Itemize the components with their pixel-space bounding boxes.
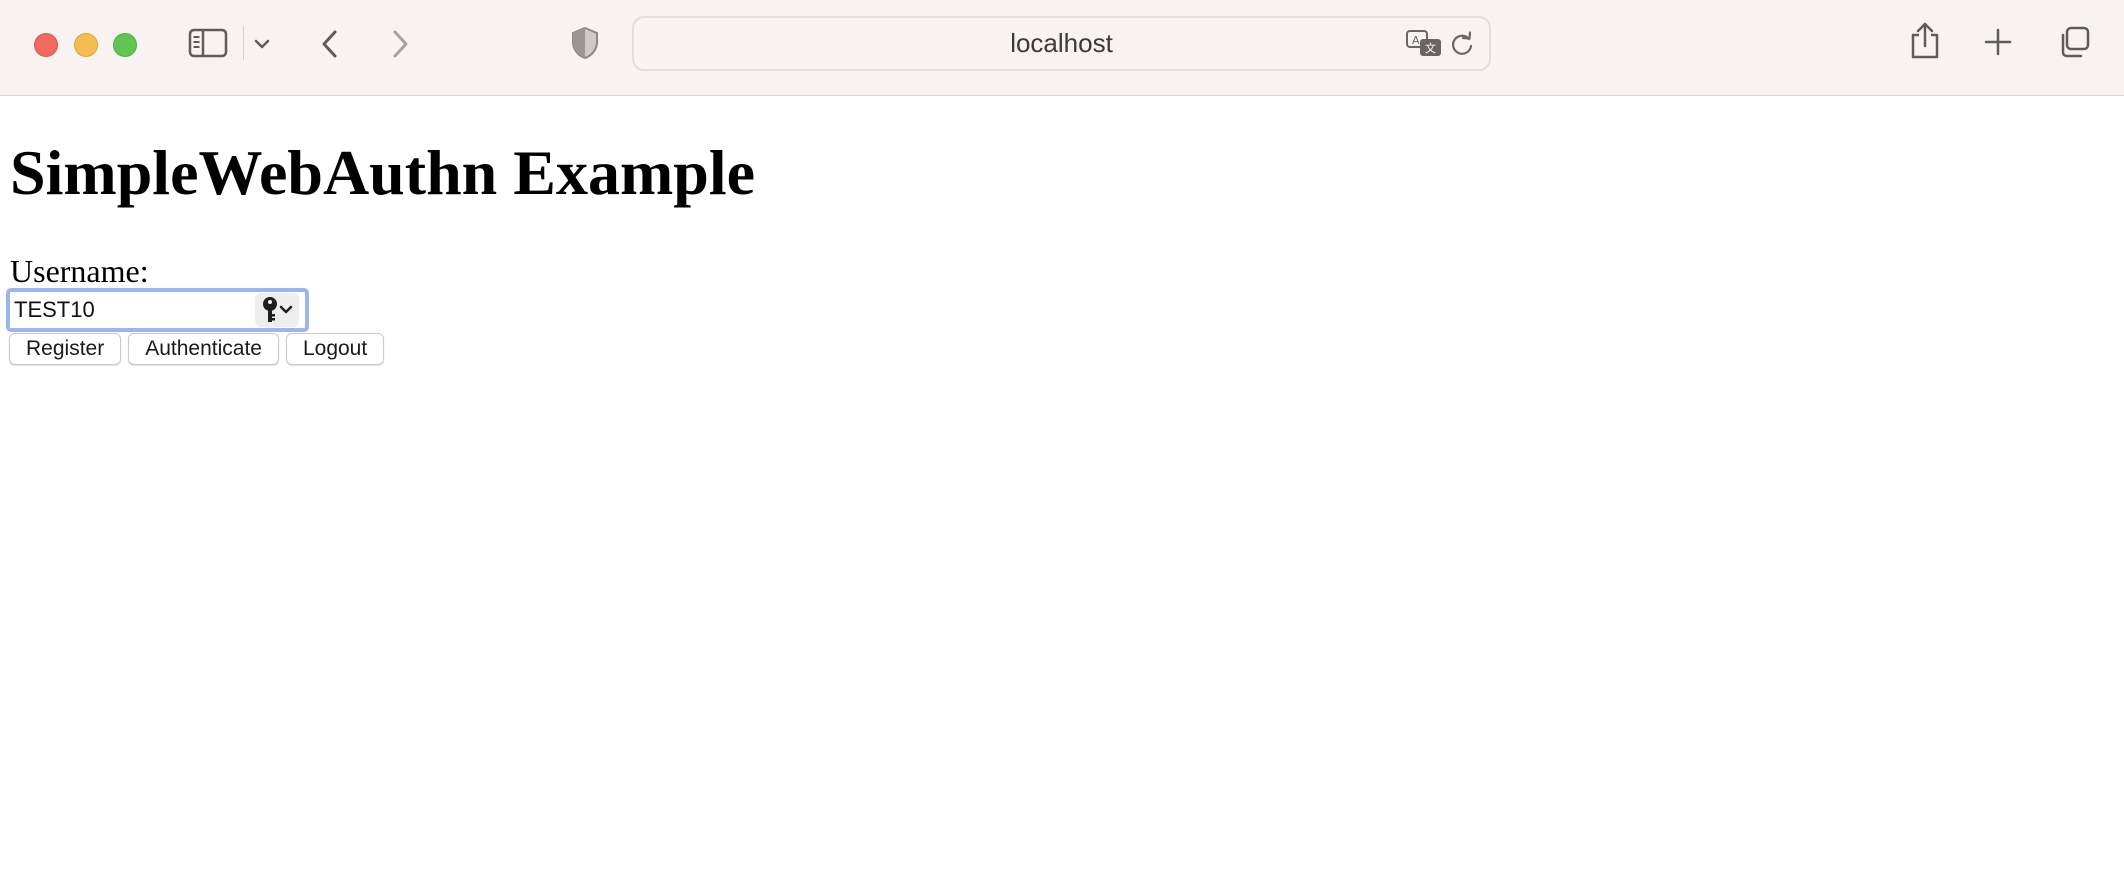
sidebar-icon[interactable] bbox=[186, 26, 230, 60]
authenticate-button[interactable]: Authenticate bbox=[128, 333, 279, 365]
shield-icon[interactable] bbox=[570, 24, 600, 62]
action-buttons: Register Authenticate Logout bbox=[9, 333, 385, 365]
svg-text:文: 文 bbox=[1425, 41, 1436, 55]
window-zoom-button[interactable] bbox=[113, 33, 137, 57]
username-label: Username: bbox=[10, 253, 149, 289]
page-content: SimpleWebAuthn Example Username: Registe… bbox=[0, 97, 2124, 882]
key-icon bbox=[263, 297, 293, 322]
page-title: SimpleWebAuthn Example bbox=[10, 137, 756, 208]
browser-toolbar: localhost A 文 bbox=[0, 0, 2124, 96]
tabs-overview-icon[interactable] bbox=[2056, 24, 2092, 60]
chevron-right-icon[interactable] bbox=[386, 26, 414, 62]
address-bar[interactable]: localhost A 文 bbox=[632, 16, 1491, 71]
svg-text:A: A bbox=[1412, 34, 1420, 47]
username-field[interactable] bbox=[6, 288, 309, 332]
logout-button[interactable]: Logout bbox=[285, 333, 385, 365]
chevron-down-icon[interactable] bbox=[250, 32, 274, 56]
window-close-button[interactable] bbox=[34, 33, 58, 57]
reload-icon[interactable] bbox=[1448, 30, 1476, 58]
address-text[interactable]: localhost bbox=[634, 18, 1489, 69]
toolbar-divider bbox=[243, 26, 244, 60]
share-icon[interactable] bbox=[1908, 20, 1942, 62]
window-minimize-button[interactable] bbox=[74, 33, 98, 57]
plus-icon[interactable] bbox=[1982, 26, 2014, 58]
register-button[interactable]: Register bbox=[9, 333, 122, 365]
translate-icon[interactable]: A 文 bbox=[1404, 28, 1444, 60]
passkey-autofill-button[interactable] bbox=[255, 293, 299, 327]
username-input[interactable] bbox=[14, 295, 254, 325]
chevron-left-icon[interactable] bbox=[316, 26, 344, 62]
